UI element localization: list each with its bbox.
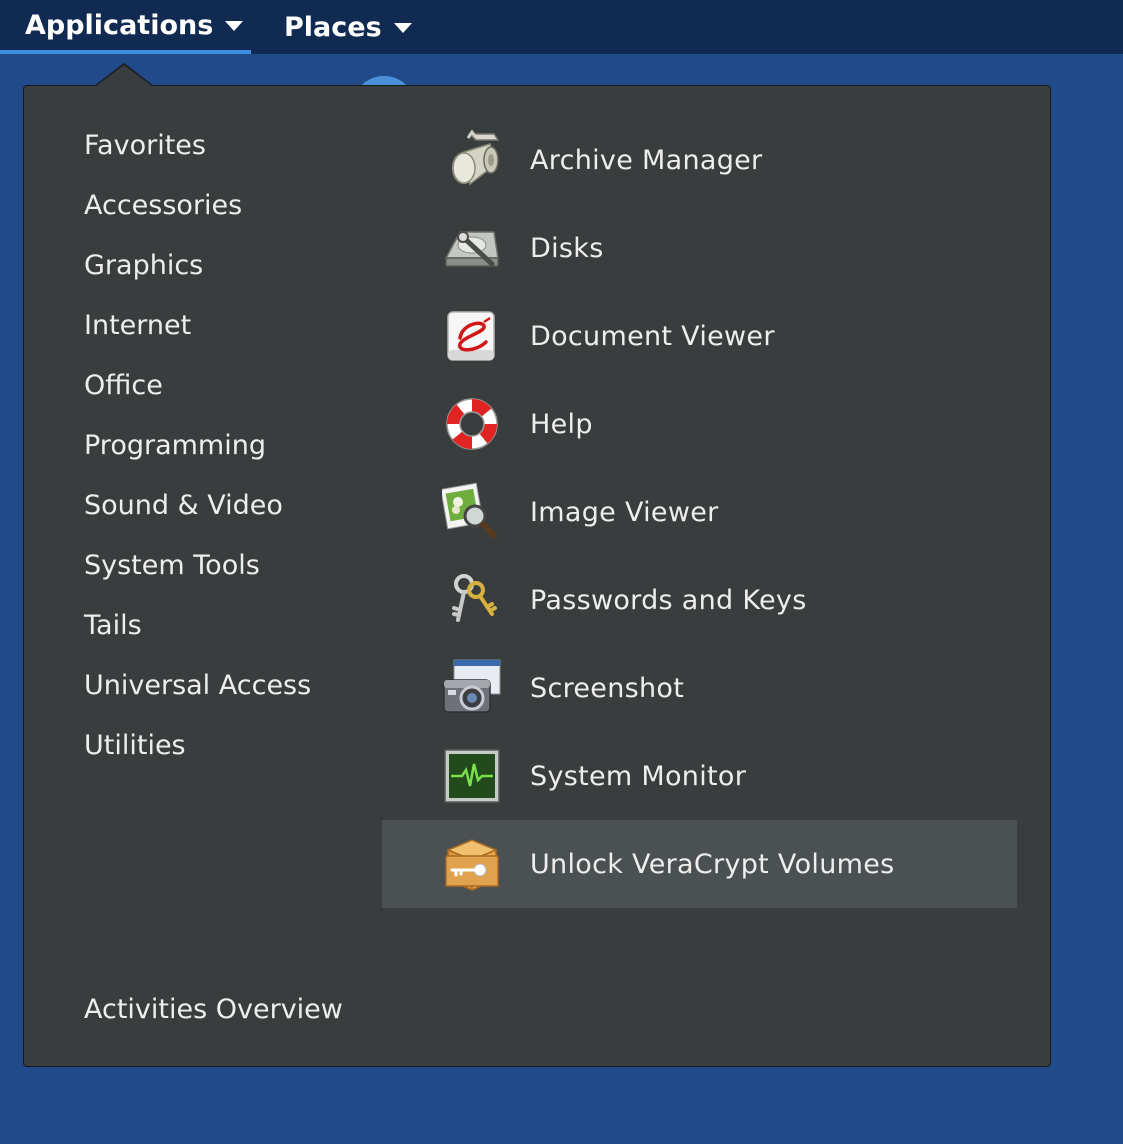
category-accessories[interactable]: Accessories [84, 176, 311, 236]
app-passwords-and-keys[interactable]: Passwords and Keys [382, 556, 1017, 644]
application-list: Archive Manager Disks Document Viewer He… [382, 116, 1017, 908]
category-universal-access[interactable]: Universal Access [84, 656, 311, 716]
app-system-monitor[interactable]: System Monitor [382, 732, 1017, 820]
help-lifebuoy-icon [442, 394, 502, 454]
app-label: Archive Manager [530, 144, 763, 176]
places-menu-button[interactable]: Places [284, 0, 412, 54]
app-label: Screenshot [530, 672, 685, 704]
applications-menu-button[interactable]: Applications [0, 0, 251, 54]
caret-down-icon [225, 21, 244, 31]
app-label: System Monitor [530, 760, 747, 792]
veracrypt-box-icon [442, 834, 502, 894]
top-bar: Applications Places [0, 0, 1123, 54]
document-viewer-icon [442, 306, 502, 366]
popup-arrow-fill [96, 65, 152, 86]
image-viewer-icon [442, 482, 502, 542]
app-image-viewer[interactable]: Image Viewer [382, 468, 1017, 556]
app-label: Disks [530, 232, 604, 264]
category-office[interactable]: Office [84, 356, 311, 416]
category-utilities[interactable]: Utilities [84, 716, 311, 776]
category-favorites[interactable]: Favorites [84, 116, 311, 176]
app-label: Image Viewer [530, 496, 719, 528]
app-document-viewer[interactable]: Document Viewer [382, 292, 1017, 380]
category-programming[interactable]: Programming [84, 416, 311, 476]
disks-icon [442, 218, 502, 278]
caret-down-icon [393, 23, 412, 33]
keys-icon [442, 570, 502, 630]
app-screenshot[interactable]: Screenshot [382, 644, 1017, 732]
category-system-tools[interactable]: System Tools [84, 536, 311, 596]
app-label: Help [530, 408, 593, 440]
camera-icon [442, 658, 502, 718]
category-tails[interactable]: Tails [84, 596, 311, 656]
app-label: Document Viewer [530, 320, 775, 352]
app-help[interactable]: Help [382, 380, 1017, 468]
app-disks[interactable]: Disks [382, 204, 1017, 292]
app-label: Passwords and Keys [530, 584, 807, 616]
archive-manager-icon [442, 130, 502, 190]
category-sound-video[interactable]: Sound & Video [84, 476, 311, 536]
applications-label: Applications [25, 9, 214, 41]
category-list: Favorites Accessories Graphics Internet … [84, 116, 311, 776]
app-label: Unlock VeraCrypt Volumes [530, 848, 895, 880]
app-archive-manager[interactable]: Archive Manager [382, 116, 1017, 204]
category-graphics[interactable]: Graphics [84, 236, 311, 296]
activities-overview-item[interactable]: Activities Overview [84, 980, 343, 1040]
category-internet[interactable]: Internet [84, 296, 311, 356]
app-unlock-veracrypt-volumes[interactable]: Unlock VeraCrypt Volumes [382, 820, 1017, 908]
places-label: Places [284, 11, 382, 43]
system-monitor-icon [442, 746, 502, 806]
